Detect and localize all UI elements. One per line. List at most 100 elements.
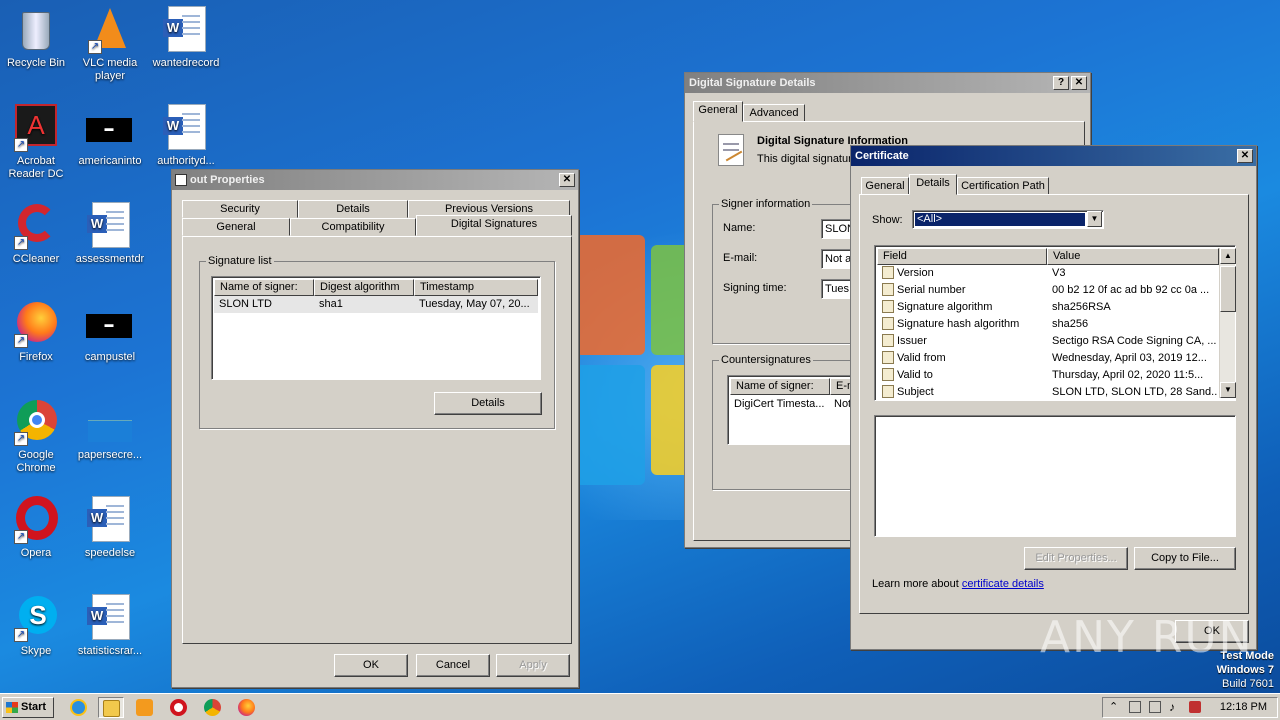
scroll-thumb[interactable] bbox=[1220, 266, 1236, 312]
desktop-icon-wantedrecord[interactable]: W wantedrecord bbox=[150, 6, 222, 70]
desktop-icon-opera[interactable]: ↗ Opera bbox=[0, 496, 72, 560]
media-player-icon[interactable] bbox=[132, 697, 158, 718]
clock[interactable]: 12:18 PM bbox=[1220, 698, 1267, 717]
desktop-icon-acrobat[interactable]: A ↗ Acrobat Reader DC bbox=[0, 104, 72, 181]
tab-general[interactable]: General bbox=[182, 218, 290, 236]
scrollbar[interactable]: ▲ ▼ bbox=[1219, 248, 1236, 398]
scroll-down-arrow[interactable]: ▼ bbox=[1220, 382, 1236, 398]
table-row[interactable]: Signature algorithm sha256RSA bbox=[877, 299, 1219, 316]
close-button[interactable]: ✕ bbox=[559, 173, 575, 187]
tab-certification-path[interactable]: Certification Path bbox=[957, 177, 1049, 195]
desktop-icon-papersecre[interactable]: papersecre... bbox=[74, 398, 146, 462]
word-doc-icon: W bbox=[86, 202, 134, 250]
table-row[interactable]: Issuer Sectigo RSA Code Signing CA, ... bbox=[877, 333, 1219, 350]
column-header-field[interactable]: Field bbox=[877, 248, 1047, 265]
desktop-icon-statisticsrar[interactable]: W statisticsrar... bbox=[74, 594, 146, 658]
ok-button[interactable]: OK bbox=[334, 654, 408, 677]
desktop-icon-recycle-bin[interactable]: Recycle Bin bbox=[0, 6, 72, 70]
windows-watermark: Test Mode Windows 7 Build 7601 bbox=[1216, 650, 1274, 690]
tab-details[interactable]: Details bbox=[298, 200, 408, 218]
details-button[interactable]: Details bbox=[434, 392, 542, 415]
column-header-value[interactable]: Value bbox=[1047, 248, 1219, 265]
desktop-icon-chrome[interactable]: ↗ Google Chrome bbox=[0, 398, 72, 475]
field-value-textbox[interactable] bbox=[874, 415, 1236, 537]
system-tray: ⌃ ♪ 12:18 PM bbox=[1102, 697, 1278, 718]
certificate-details-link[interactable]: certificate details bbox=[962, 578, 1044, 590]
tab-compatibility[interactable]: Compatibility bbox=[290, 218, 416, 236]
desktop-icon-americaninto[interactable]: ▬ americaninto bbox=[74, 104, 146, 168]
blank-file-icon bbox=[86, 398, 134, 446]
desktop-icon-assessmentdr[interactable]: W assessmentdr bbox=[74, 202, 146, 266]
tab-panel: Signature list Name of signer: Digest al… bbox=[182, 236, 572, 644]
explorer-icon[interactable] bbox=[98, 697, 124, 718]
column-header-digest[interactable]: Digest algorithm bbox=[314, 279, 414, 296]
chevron-up-icon[interactable]: ⌃ bbox=[1109, 700, 1118, 713]
acrobat-icon: A ↗ bbox=[12, 104, 60, 152]
table-row[interactable]: SLON LTD sha1 Tuesday, May 07, 20... bbox=[214, 296, 538, 313]
field-icon bbox=[882, 385, 894, 398]
column-header-timestamp[interactable]: Timestamp bbox=[414, 279, 538, 296]
close-button[interactable]: ✕ bbox=[1071, 76, 1087, 90]
apply-button[interactable]: Apply bbox=[496, 654, 570, 677]
scroll-up-arrow[interactable]: ▲ bbox=[1220, 248, 1236, 264]
start-button[interactable]: Start bbox=[2, 697, 54, 718]
column-header-name[interactable]: Name of signer: bbox=[730, 378, 830, 395]
field-icon bbox=[882, 351, 894, 364]
desktop-icon-vlc[interactable]: ↗ VLC media player bbox=[74, 6, 146, 83]
desktop-icon-firefox[interactable]: ↗ Firefox bbox=[0, 300, 72, 364]
word-doc-icon: W bbox=[162, 6, 210, 54]
taskbar: Start ⌃ ♪ 12:18 PM bbox=[0, 693, 1280, 720]
field-icon bbox=[882, 368, 894, 381]
chevron-down-icon[interactable]: ▼ bbox=[1087, 211, 1102, 227]
network-icon[interactable] bbox=[1149, 701, 1161, 713]
certificate-titlebar[interactable]: Certificate ✕ bbox=[851, 146, 1256, 166]
desktop-icon-skype[interactable]: S ↗ Skype bbox=[0, 594, 72, 658]
copy-to-file-button[interactable]: Copy to File... bbox=[1134, 547, 1236, 570]
show-dropdown[interactable]: <All> ▼ bbox=[912, 210, 1104, 229]
firefox-icon[interactable] bbox=[234, 697, 260, 718]
volume-icon[interactable]: ♪ bbox=[1169, 700, 1175, 714]
table-row[interactable]: Serial number 00 b2 12 0f ac ad bb 92 cc … bbox=[877, 282, 1219, 299]
tab-security[interactable]: Security bbox=[182, 200, 298, 218]
signature-list[interactable]: Name of signer: Digest algorithm Timesta… bbox=[211, 276, 541, 380]
desktop-icon-ccleaner[interactable]: ↗ CCleaner bbox=[0, 202, 72, 266]
table-row[interactable]: Version V3 bbox=[877, 265, 1219, 282]
properties-titlebar[interactable]: out Properties ✕ bbox=[172, 170, 578, 190]
desktop-icon-authorityd[interactable]: W authorityd... bbox=[150, 104, 222, 168]
countersignature-row[interactable]: DigiCert Timesta... bbox=[731, 396, 831, 413]
tab-general[interactable]: General bbox=[861, 177, 909, 195]
tab-digital-signatures[interactable]: Digital Signatures bbox=[416, 215, 572, 236]
tab-details[interactable]: Details bbox=[909, 174, 957, 195]
flag-icon[interactable] bbox=[1129, 701, 1141, 713]
chrome-icon[interactable] bbox=[200, 697, 226, 718]
edit-properties-button[interactable]: Edit Properties... bbox=[1024, 547, 1128, 570]
dsd-titlebar[interactable]: Digital Signature Details ? ✕ bbox=[685, 73, 1090, 93]
signature-list-group: Signature list Name of signer: Digest al… bbox=[199, 254, 555, 429]
table-row[interactable]: Valid from Wednesday, April 03, 2019 12..… bbox=[877, 350, 1219, 367]
black-file-icon: ▬ bbox=[86, 104, 134, 152]
opera-icon: ↗ bbox=[12, 496, 60, 544]
close-button[interactable]: ✕ bbox=[1237, 149, 1253, 163]
opera-icon[interactable] bbox=[166, 697, 192, 718]
table-row[interactable]: Subject SLON LTD, SLON LTD, 28 Sand... bbox=[877, 384, 1219, 401]
cancel-button[interactable]: Cancel bbox=[416, 654, 490, 677]
table-row[interactable]: Valid to Thursday, April 02, 2020 11:5... bbox=[877, 367, 1219, 384]
firefox-icon: ↗ bbox=[12, 300, 60, 348]
field-icon bbox=[882, 334, 894, 347]
column-header-name[interactable]: Name of signer: bbox=[214, 279, 314, 296]
help-button[interactable]: ? bbox=[1053, 76, 1069, 90]
certificate-fields-list[interactable]: Field Value Version V3 Serial number 00 b2 … bbox=[874, 245, 1236, 401]
certificate-panel: Show: <All> ▼ Field Value Version V3 Seria… bbox=[859, 194, 1249, 614]
field-icon bbox=[882, 283, 894, 296]
tab-general[interactable]: General bbox=[693, 101, 743, 122]
security-icon[interactable] bbox=[1189, 701, 1201, 713]
table-row[interactable]: Signature hash algorithm sha256 bbox=[877, 316, 1219, 333]
word-doc-icon: W bbox=[162, 104, 210, 152]
word-doc-icon: W bbox=[86, 594, 134, 642]
ie-icon[interactable] bbox=[66, 697, 92, 718]
field-icon bbox=[882, 317, 894, 330]
desktop-icon-campustel[interactable]: ▬ campustel bbox=[74, 300, 146, 364]
field-icon bbox=[882, 266, 894, 279]
desktop-icon-speedelse[interactable]: W speedelse bbox=[74, 496, 146, 560]
tab-advanced[interactable]: Advanced bbox=[743, 104, 805, 122]
